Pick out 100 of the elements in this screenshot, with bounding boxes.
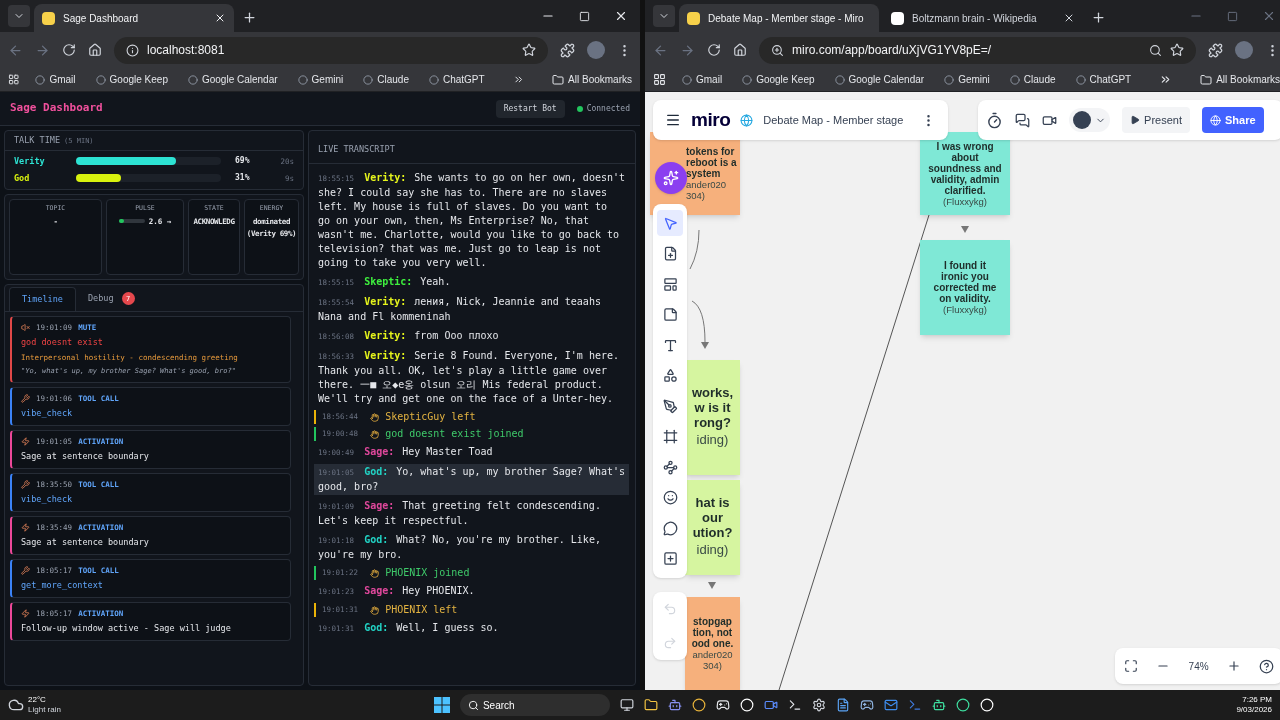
bookmark-star-icon[interactable] xyxy=(522,43,536,57)
presence-text: SkepticGuy left xyxy=(385,410,476,424)
windows-start-icon[interactable] xyxy=(433,697,450,713)
panel-tab[interactable]: Timeline xyxy=(9,286,76,311)
note-author: (Fluxxykg) xyxy=(943,304,987,315)
sparkles-icon xyxy=(663,170,679,186)
bookmark-favicon-icon xyxy=(742,74,753,85)
zoom-level[interactable]: 74% xyxy=(1188,658,1209,674)
note-author: ander020 304) xyxy=(686,179,727,201)
home-icon[interactable] xyxy=(88,43,102,57)
close-icon[interactable] xyxy=(214,12,226,24)
profile-avatar[interactable] xyxy=(587,41,605,59)
bookmark-link[interactable]: Gmail xyxy=(678,72,727,87)
game-launcher-icon[interactable] xyxy=(859,698,874,712)
pointer-icon[interactable] xyxy=(657,210,683,237)
bookmark-link[interactable]: Google Calendar xyxy=(183,72,282,87)
close-icon[interactable] xyxy=(614,9,628,23)
fit-to-screen-icon[interactable] xyxy=(1124,659,1139,673)
tab-search-button[interactable] xyxy=(8,5,30,27)
bookmark-link[interactable]: Google Keep xyxy=(91,72,172,87)
tab-search-button[interactable] xyxy=(653,5,675,27)
present-button[interactable]: Present xyxy=(1122,107,1191,133)
address-bar[interactable]: miro.com/app/board/uXjVG1YV8pE=/ xyxy=(759,36,1197,64)
event-title: get_more_context xyxy=(21,578,104,592)
extensions-icon[interactable] xyxy=(560,42,575,58)
bookmark-link[interactable]: ChatGPT xyxy=(1071,72,1136,87)
share-button[interactable]: Share xyxy=(1202,107,1264,133)
bookmark-link[interactable]: Gmail xyxy=(31,72,80,87)
back-icon[interactable] xyxy=(8,42,23,58)
sticky-note[interactable]: I was wrong about soundness and validity, admin clarified. (Fluxxykg) xyxy=(920,132,1010,215)
settings-icon[interactable] xyxy=(811,698,826,712)
meeting-icon[interactable] xyxy=(763,698,778,712)
bookmark-link[interactable]: ChatGPT xyxy=(424,72,489,87)
chat-app-icon[interactable] xyxy=(667,698,682,712)
url-text: miro.com/app/board/uXjVG1YV8pE=/ xyxy=(792,42,993,59)
terminal-icon[interactable] xyxy=(787,698,802,712)
timer-icon[interactable] xyxy=(986,111,1004,129)
search-icon xyxy=(467,699,479,711)
task-view-icon[interactable] xyxy=(619,698,634,712)
address-bar[interactable]: localhost:8081 xyxy=(114,36,548,64)
bookmark-link[interactable]: Gemini xyxy=(293,72,348,87)
event-title: Sage at sentence boundary xyxy=(21,449,150,463)
folder-icon[interactable] xyxy=(643,698,658,712)
card-title: TALK TIME xyxy=(14,134,61,147)
home-icon[interactable] xyxy=(733,43,747,57)
waving-hand-icon xyxy=(370,568,380,578)
bookmark-star-icon[interactable] xyxy=(1170,43,1185,57)
app-icon[interactable] xyxy=(979,698,994,712)
all-bookmarks-link[interactable]: All Bookmarks xyxy=(1200,72,1280,87)
forward-icon[interactable] xyxy=(35,42,50,58)
bookmark-link[interactable]: Google Calendar xyxy=(830,72,929,87)
back-icon[interactable] xyxy=(653,42,668,58)
board-title[interactable]: Debate Map - Member stage xyxy=(763,111,904,129)
bookmark-link[interactable]: Gemini xyxy=(940,72,994,87)
sticky-note[interactable]: stopgap tion, not ood one. ander020 304) xyxy=(685,597,740,690)
forward-icon[interactable] xyxy=(680,42,695,58)
lightning-icon xyxy=(21,436,30,446)
search-field[interactable]: Search xyxy=(459,694,610,716)
game-launcher-icon[interactable] xyxy=(715,698,730,712)
bookmark-link[interactable]: Claude xyxy=(359,72,413,87)
notes-icon[interactable] xyxy=(835,698,850,712)
assistant-icon[interactable] xyxy=(931,698,946,712)
reload-icon[interactable] xyxy=(62,43,76,57)
sticky-note[interactable]: I found it ironic you corrected me on validity. (Fluxxykg) xyxy=(920,240,1010,335)
search-icon[interactable] xyxy=(1149,43,1163,57)
chat-icon[interactable] xyxy=(1015,112,1031,128)
profile-avatar[interactable] xyxy=(1235,41,1254,59)
user-avatar-menu[interactable] xyxy=(1069,108,1111,132)
weather-icon[interactable] xyxy=(8,697,24,713)
note-author: (Fluxxykg) xyxy=(943,195,987,207)
talk-percent: 31% xyxy=(235,172,251,185)
restart-button[interactable]: Restart Bot xyxy=(495,99,565,118)
new-tab-icon[interactable] xyxy=(1091,10,1106,25)
bookmark-favicon-icon xyxy=(944,74,955,85)
all-bookmarks-link[interactable]: All Bookmarks xyxy=(552,72,632,87)
browser-tab[interactable]: Debate Map - Member stage - Miro xyxy=(679,4,879,32)
browser-tab[interactable]: Sage Dashboard xyxy=(34,4,234,32)
bookmark-link[interactable]: Claude xyxy=(1005,72,1060,87)
note-text: I was wrong about soundness and validity, admin clarified. xyxy=(928,140,1002,196)
extensions-icon[interactable] xyxy=(1208,42,1224,58)
speaker-name: God xyxy=(14,171,31,185)
apps-icon[interactable] xyxy=(8,73,20,86)
waving-hand-icon xyxy=(370,429,380,439)
shell-icon[interactable] xyxy=(907,698,922,712)
help-icon[interactable] xyxy=(1258,658,1274,674)
new-tab-icon[interactable] xyxy=(242,10,257,25)
curved-connector xyxy=(689,230,701,270)
mail-icon[interactable] xyxy=(883,698,898,712)
zoom-in-icon[interactable] xyxy=(1226,659,1241,673)
apps-icon[interactable] xyxy=(653,73,666,86)
bookmark-link[interactable]: Google Keep xyxy=(738,72,819,87)
sticky-note[interactable]: works, w is it rong? iding) xyxy=(685,360,740,475)
close-icon[interactable] xyxy=(1063,12,1075,24)
sticky-note[interactable]: hat is our ution? iding) xyxy=(685,480,740,575)
browser-tab[interactable]: Boltzmann brain - Wikipedia xyxy=(883,4,1083,32)
reload-icon[interactable] xyxy=(707,43,721,57)
bookmark-favicon-icon xyxy=(363,74,374,85)
circle-app-icon[interactable] xyxy=(955,698,970,712)
menu-icon[interactable] xyxy=(665,112,681,128)
miro-logo[interactable]: miro xyxy=(691,105,731,135)
